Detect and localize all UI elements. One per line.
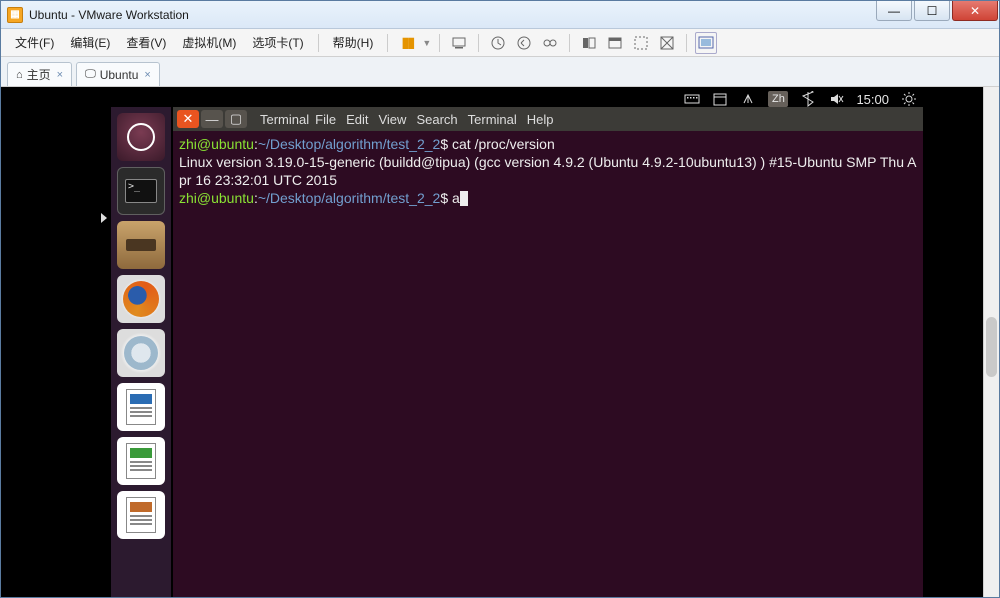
document-icon xyxy=(126,389,156,425)
revert-icon[interactable] xyxy=(513,32,535,54)
vmware-icon: ▦ xyxy=(7,7,23,23)
ubuntu-logo-icon xyxy=(127,123,155,151)
calendar-icon[interactable] xyxy=(712,91,728,107)
volume-icon[interactable] xyxy=(828,91,844,107)
launcher-chromium[interactable] xyxy=(117,329,165,377)
send-ctrl-alt-del-icon[interactable] xyxy=(448,32,470,54)
terminal-menu-terminal[interactable]: Terminal xyxy=(468,112,517,127)
window-controls: — ☐ ✕ xyxy=(875,1,999,28)
terminal-menu-help[interactable]: Help xyxy=(527,112,554,127)
layout-icon[interactable] xyxy=(578,32,600,54)
network-icon[interactable] xyxy=(740,91,756,107)
prompt-user: zhi@ubuntu xyxy=(179,136,254,152)
scrollbar-thumb[interactable] xyxy=(986,317,997,377)
vmware-tabstrip: ⌂ 主页 × 🖵 Ubuntu × xyxy=(1,57,999,87)
prompt-user: zhi@ubuntu xyxy=(179,190,254,206)
output-text: Linux version 3.19.0-15-generic (buildd@… xyxy=(179,154,916,188)
menu-help[interactable]: 帮助(H) xyxy=(327,32,380,53)
launcher-terminal[interactable]: >_ xyxy=(117,167,165,215)
terminal-menu-view[interactable]: View xyxy=(378,112,406,127)
terminal-window: ✕ — ▢ Terminal File Edit View Search Ter… xyxy=(173,107,923,597)
tab-home-label: 主页 xyxy=(27,66,51,83)
menu-vm[interactable]: 虚拟机(M) xyxy=(176,32,242,53)
prompt-path: ~/Desktop/algorithm/test_2_2 xyxy=(258,190,441,206)
home-icon: ⌂ xyxy=(16,69,23,81)
prompt-path: ~/Desktop/algorithm/test_2_2 xyxy=(258,136,441,152)
terminal-titlebar[interactable]: ✕ — ▢ Terminal File Edit View Search Ter… xyxy=(173,107,923,131)
firefox-icon xyxy=(123,281,159,317)
launcher-active-indicator xyxy=(101,213,107,223)
guest-viewport: Zh 15:00 >_ xyxy=(1,87,999,597)
files-icon xyxy=(126,239,156,251)
thumbnail-icon[interactable] xyxy=(695,32,717,54)
separator xyxy=(686,34,687,52)
close-button[interactable]: ✕ xyxy=(952,1,998,21)
clock[interactable]: 15:00 xyxy=(856,92,889,107)
menu-file[interactable]: 文件(F) xyxy=(9,32,60,53)
minimize-button[interactable]: — xyxy=(876,1,912,21)
snapshot-icon[interactable] xyxy=(487,32,509,54)
terminal-minimize-button[interactable]: — xyxy=(201,110,223,128)
launcher-files[interactable] xyxy=(117,221,165,269)
cursor xyxy=(460,191,468,206)
terminal-icon: >_ xyxy=(125,179,157,203)
unity-launcher: >_ xyxy=(111,107,171,597)
vmware-window: ▦ Ubuntu - VMware Workstation — ☐ ✕ 文件(F… xyxy=(0,0,1000,598)
scrollbar[interactable] xyxy=(983,87,999,597)
terminal-menu-search[interactable]: Search xyxy=(416,112,457,127)
terminal-body[interactable]: zhi@ubuntu:~/Desktop/algorithm/test_2_2$… xyxy=(173,131,923,597)
vm-icon: 🖵 xyxy=(85,68,96,81)
terminal-close-button[interactable]: ✕ xyxy=(177,110,199,128)
spreadsheet-icon xyxy=(126,443,156,479)
separator xyxy=(569,34,570,52)
presentation-icon xyxy=(126,497,156,533)
command-text: a xyxy=(452,190,460,206)
tab-home[interactable]: ⌂ 主页 × xyxy=(7,62,72,86)
windows-titlebar: ▦ Ubuntu - VMware Workstation — ☐ ✕ xyxy=(1,1,999,29)
maximize-button[interactable]: ☐ xyxy=(914,1,950,21)
unity-icon[interactable] xyxy=(604,32,626,54)
separator xyxy=(439,34,440,52)
window-title: Ubuntu - VMware Workstation xyxy=(29,8,189,22)
tab-ubuntu[interactable]: 🖵 Ubuntu × xyxy=(76,62,160,86)
launcher-dash[interactable] xyxy=(117,113,165,161)
separator xyxy=(478,34,479,52)
chromium-icon xyxy=(124,336,158,370)
launcher-writer[interactable] xyxy=(117,383,165,431)
separator xyxy=(387,34,388,52)
tab-close-icon[interactable]: × xyxy=(144,69,150,81)
menu-tabs[interactable]: 选项卡(T) xyxy=(246,32,309,53)
tab-close-icon[interactable]: × xyxy=(57,69,63,81)
dropdown-icon[interactable]: ▼ xyxy=(422,38,431,48)
terminal-menu-edit[interactable]: Edit xyxy=(346,112,368,127)
launcher-impress[interactable] xyxy=(117,491,165,539)
launcher-calc[interactable] xyxy=(117,437,165,485)
terminal-maximize-button[interactable]: ▢ xyxy=(225,110,247,128)
terminal-menu-file[interactable]: File xyxy=(315,112,336,127)
pause-icon[interactable]: ▮▮ xyxy=(396,32,418,54)
separator xyxy=(318,34,319,52)
launcher-firefox[interactable] xyxy=(117,275,165,323)
manage-snapshots-icon[interactable] xyxy=(539,32,561,54)
menu-view[interactable]: 查看(V) xyxy=(120,32,172,53)
ubuntu-desktop[interactable]: Zh 15:00 >_ xyxy=(17,87,983,597)
terminal-title-label: Terminal xyxy=(260,112,309,127)
console-view-icon[interactable] xyxy=(656,32,678,54)
tab-ubuntu-label: Ubuntu xyxy=(100,68,139,82)
menu-edit[interactable]: 编辑(E) xyxy=(64,32,116,53)
bluetooth-icon[interactable] xyxy=(800,91,816,107)
vmware-menubar: 文件(F) 编辑(E) 查看(V) 虚拟机(M) 选项卡(T) 帮助(H) ▮▮… xyxy=(1,29,999,57)
input-method-indicator[interactable]: Zh xyxy=(768,91,788,107)
fullscreen-icon[interactable] xyxy=(630,32,652,54)
command-text: cat /proc/version xyxy=(452,136,555,152)
keyboard-icon[interactable] xyxy=(684,91,700,107)
gear-icon[interactable] xyxy=(901,91,917,107)
